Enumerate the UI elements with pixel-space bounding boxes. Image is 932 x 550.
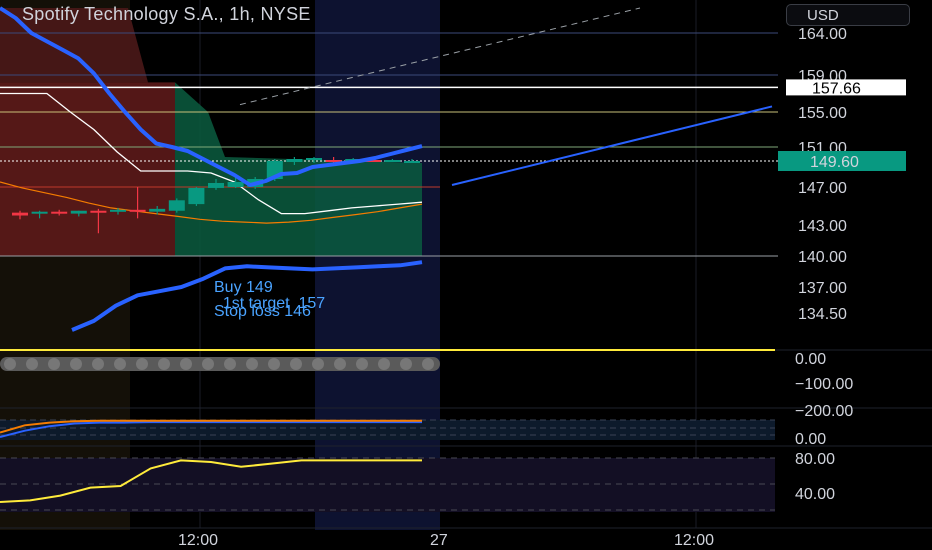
y-tick-2: 155.00 [798,105,847,122]
candle-body-7 [149,208,166,212]
last-price-text: 149.60 [810,154,859,171]
pane2-dot-2 [48,358,60,370]
pane2-dot-band [0,357,440,371]
pane2-dot-14 [312,358,324,370]
pane2-y-tick-0: 0.00 [795,351,826,368]
pane2-dot-0 [4,358,16,370]
candle-body-0 [12,212,28,216]
candle-body-5 [110,209,126,212]
projection-line [451,105,773,186]
pane2-dot-7 [158,358,170,370]
pane2-dot-6 [136,358,148,370]
pane2-dot-3 [70,358,82,370]
candle-body-6 [129,209,146,212]
y-tick-7: 137.00 [798,280,847,297]
x-tick-1: 27 [430,532,448,549]
pane4-y-tick-0: 80.00 [795,451,835,468]
currency-selector[interactable]: USD [786,4,910,26]
trade-note-buy: Buy 149 [214,279,273,296]
loss-zone [0,82,175,257]
pane4-y-tick-1: 40.00 [795,486,835,503]
pane2-y-tick-2: −200.00 [795,403,853,420]
candle-body-19 [384,160,401,162]
pane2-dot-11 [246,358,258,370]
candle-body-10 [208,183,224,188]
candle-body-8 [168,200,185,211]
y-tick-6: 140.00 [798,249,847,266]
pane2-dot-17 [378,358,390,370]
candle-body-4 [90,210,107,213]
pane2-dot-5 [114,358,126,370]
pane3-y-tick-0: 0.00 [795,431,826,448]
chart-title: Spotify Technology S.A., 1h, NYSE [22,4,311,24]
candle-body-20 [404,161,420,163]
candle-body-9 [188,187,205,205]
candle-body-11 [227,182,244,187]
pane2-dot-18 [400,358,412,370]
y-tick-0: 164.00 [798,26,847,43]
price-chart[interactable]: 164.00159.00155.00151.00147.00143.00140.… [0,0,932,550]
pane2-dot-12 [268,358,280,370]
pane2-dot-4 [92,358,104,370]
pane2-dot-15 [334,358,346,370]
y-tick-4: 147.00 [798,180,847,197]
y-tick-5: 143.00 [798,218,847,235]
pane2-y-tick-1: −100.00 [795,376,853,393]
price-marker-text: 157.66 [812,80,861,97]
currency-label: USD [807,7,839,24]
candle-body-1 [31,211,48,214]
pane4-band [0,458,775,512]
candle-body-14 [286,159,303,162]
candle-body-2 [51,211,68,214]
x-tick-2: 12:00 [674,532,714,549]
trade-note-stop: Stop loss 146 [214,303,311,320]
y-tick-8: 134.50 [798,306,847,323]
candle-body-3 [70,210,87,214]
pane2-dot-13 [290,358,302,370]
chart-stage[interactable]: 164.00 159.00 155.00 151.00 147.00 143.00 140.… [0,0,932,550]
pane2-dot-9 [202,358,214,370]
candle-body-15 [306,158,322,160]
pane2-dot-10 [224,358,236,370]
pane2-dot-16 [356,358,368,370]
x-tick-0: 12:00 [178,532,218,549]
pane2-dot-8 [180,358,192,370]
pane2-dot-1 [26,358,38,370]
pane2-dot-19 [422,358,434,370]
